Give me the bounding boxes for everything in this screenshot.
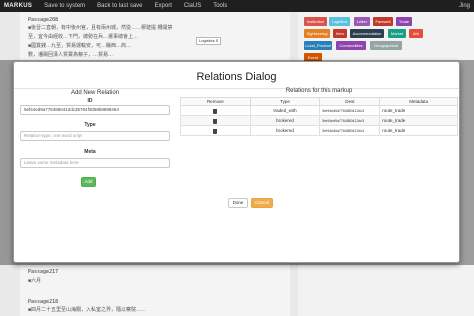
type-cell: brokered [249,115,321,126]
tag-label: Institution [306,19,325,24]
tag-label: Letter [356,19,368,24]
tag-button[interactable]: Geographical [370,41,402,50]
metadata-cell: route_trade [379,125,458,136]
relations-table-heading: Relations for this markup [285,88,353,94]
metadata-cell: route_trade [379,105,458,116]
id-field[interactable]: 5ef44ed9a7764850412dc35784f3058b8898464 [20,105,170,115]
dest-cell: 5ef44ed9a7764850412dc3 [319,115,381,126]
metadata-cell: route_trade [379,115,458,126]
tag-button[interactable]: Item [333,29,347,38]
nav-back[interactable]: Back to last save [97,3,142,9]
passage-line: 至，宜今由經收…下門，總勢在兵…遣事總會上… [28,34,139,40]
tag-label: Local_Product [305,43,331,48]
tag-button[interactable]: Sightseeing [304,29,330,38]
id-label: ID [87,98,93,104]
tag-label: Accommodation [352,31,382,36]
cancel-button[interactable]: Cancel [251,198,273,208]
tag-button[interactable]: Letter [354,17,370,26]
passage-line: ■六月 [28,278,42,284]
done-button[interactable]: Done [228,198,248,208]
nav-user[interactable]: Jing [459,3,470,9]
remove-cell[interactable] [180,125,251,136]
tag-button[interactable]: Logistics [329,17,350,26]
passage-line: ■後晉二直朝，有中後州官，且有兩州城，然從……穆建提 柵開禁 [28,25,173,31]
passage-line: ■四月二十五里至山海關，入私室之界，隨以察院…… [28,307,147,313]
tag-label: Geographical [374,43,398,48]
remove-cell[interactable] [180,105,251,116]
type-label: Type [84,122,96,128]
trash-icon[interactable] [213,108,218,114]
table-row: brokered 5ef44ed9a7764850412dc3 route_tr… [180,125,458,136]
column-header: Remove [180,97,251,106]
tag-label: Logistics [331,19,348,24]
tag-label: Farewell [375,19,391,24]
tag-label: Sightseeing [306,31,328,36]
markup-label: Logistics S [199,38,219,43]
dest-cell: 5ef44ed9a7764850412dc3 [319,105,381,116]
tag-button[interactable]: Market [388,29,406,38]
trash-icon[interactable] [213,118,218,124]
type-cell: brokered [249,125,321,136]
nav-save[interactable]: Save to system [44,3,85,9]
type-cell: traded_with [249,105,321,116]
nav-claus[interactable]: ClaUS [184,3,201,9]
trash-icon[interactable] [213,128,218,134]
passage-title: Passage217 [28,269,59,275]
column-header: Type [249,97,321,106]
dest-cell: 5ef44ed9a7764850412dc3 [319,125,381,136]
meta-input[interactable]: Leave some metadata here [20,158,170,168]
tag-label: Item [336,31,344,36]
passage-title: Passage218 [28,299,59,305]
tag-button[interactable]: Local_Product [304,41,332,50]
dialog-title: Relations Dialog [196,71,277,83]
tag-label: Market [390,31,404,36]
markup-toolbar[interactable]: Logistics S [196,37,222,45]
tag-button[interactable]: Institution [304,17,327,26]
top-navbar: MARKUS Save to system Back to last save … [0,0,474,12]
relations-dialog: Relations Dialog Add New Relation ID 5ef… [13,61,460,263]
passage-title: Passage208 [28,17,59,23]
nav-export[interactable]: Export [155,3,172,9]
column-header: Dest [319,97,381,106]
tag-label: Commodities [339,43,363,48]
tag-button[interactable]: Attr [409,29,423,38]
tag-label: Trade [398,19,410,24]
table-row: brokered 5ef44ed9a7764850412dc3 route_tr… [180,115,458,126]
add-relation-heading: Add New Relation [70,90,120,96]
table-row: traded_with 5ef44ed9a7764850412dc3 route… [180,105,458,116]
type-input[interactable]: Relation-type, one word only! [20,131,170,141]
tag-button[interactable]: Accommodation [350,29,384,38]
meta-label: Meta [84,149,96,155]
nav-tools[interactable]: Tools [213,3,227,9]
tag-button[interactable]: Farewell [373,17,393,26]
add-button[interactable]: Add [81,177,96,187]
remove-cell[interactable] [180,115,251,126]
tag-button[interactable]: Trade [396,17,412,26]
app-brand[interactable]: MARKUS [4,3,32,9]
tag-label: Attr [412,31,420,36]
table-header-row: Remove Type Dest Metadata [180,97,458,106]
column-header: Metadata [379,97,458,106]
tag-button[interactable]: Commodities [336,41,366,50]
relations-table: Remove Type Dest Metadata traded_with 5e… [180,97,458,136]
passage-line: ■國賞錢…九至，貿易運輸安，可…縣西…商… [28,43,132,49]
passage-line: 數，潘陽回漢人貿賣為粮子，…貿易… [28,52,114,58]
